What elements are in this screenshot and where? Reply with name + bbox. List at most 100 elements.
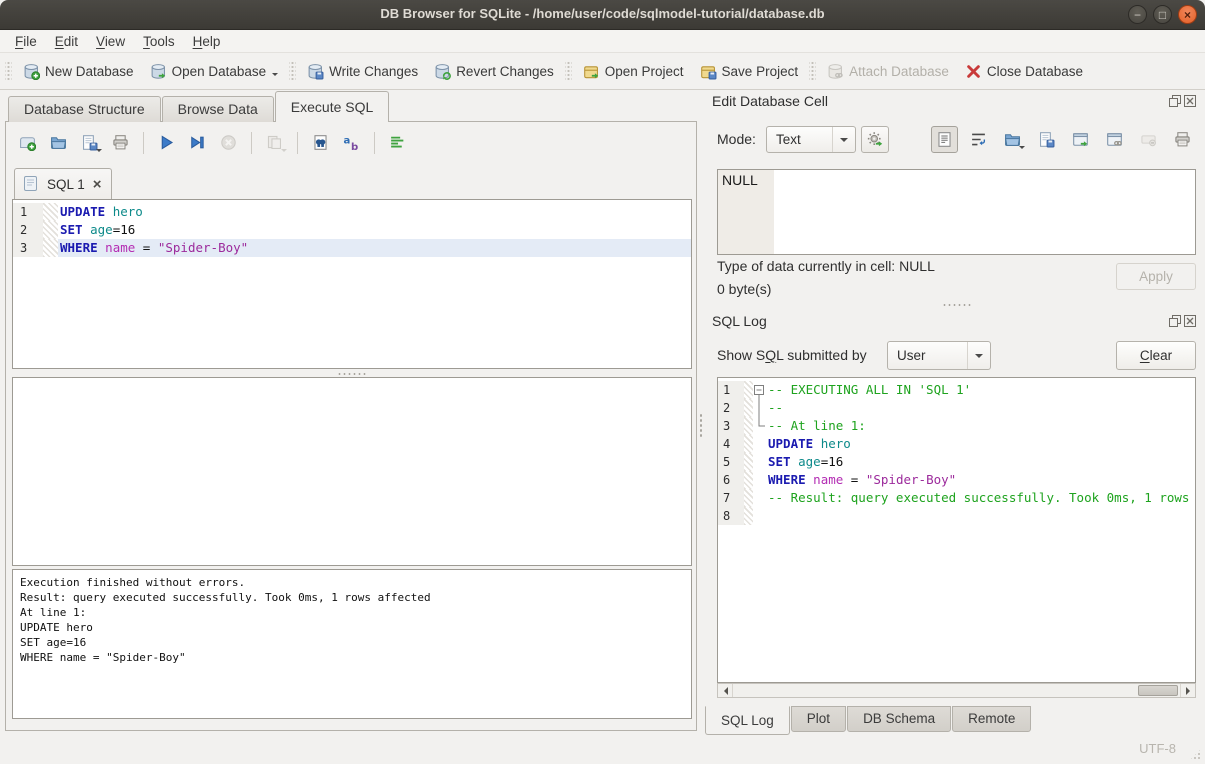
dock-tab-plot[interactable]: Plot xyxy=(791,706,846,732)
text-mode-button[interactable] xyxy=(931,126,958,153)
sql-log-view[interactable]: 1-- EXECUTING ALL IN 'SQL 1'2--3-- At li… xyxy=(717,377,1196,683)
clear-log-button[interactable]: Clear xyxy=(1116,341,1196,370)
menu-help[interactable]: Help xyxy=(184,32,230,51)
fold-margin xyxy=(744,453,753,471)
new-database-label: New Database xyxy=(45,64,134,79)
title-bar[interactable]: DB Browser for SQLite - /home/user/code/… xyxy=(0,0,1205,30)
log-filter-select[interactable]: User xyxy=(887,341,991,370)
open-sql-file-button[interactable] xyxy=(45,129,72,156)
code-line-3: 3WHERE name = "Spider-Boy" xyxy=(13,239,691,257)
edit-cell-title: Edit Database Cell xyxy=(712,93,828,109)
fold-marker xyxy=(753,435,766,453)
print-sql-button[interactable] xyxy=(107,129,134,156)
code-line-3: 3-- At line 1: xyxy=(718,417,1195,435)
open-sql-icon xyxy=(50,134,67,151)
auto-apply-button[interactable] xyxy=(861,126,889,153)
dock-float-icon[interactable] xyxy=(1169,95,1181,107)
dock-float-icon[interactable] xyxy=(1169,315,1181,327)
resize-grip[interactable] xyxy=(1189,748,1202,761)
write-changes-label: Write Changes xyxy=(329,64,418,79)
apply-button[interactable]: Apply xyxy=(1116,263,1196,290)
edit-cell-toolbar xyxy=(928,124,1196,154)
revert-changes-button[interactable]: Revert Changes xyxy=(426,59,562,84)
save-project-button[interactable]: Save Project xyxy=(692,59,807,84)
messages-pane[interactable]: Execution finished without errors.Result… xyxy=(12,569,692,719)
close-button[interactable]: × xyxy=(1178,5,1197,24)
format-sql-button[interactable] xyxy=(384,129,411,156)
app-window: DB Browser for SQLite - /home/user/code/… xyxy=(0,0,1205,764)
sql-editor[interactable]: 1UPDATE hero2SET age=163WHERE name = "Sp… xyxy=(12,199,692,369)
fold-margin xyxy=(744,399,753,417)
toolbar-handle xyxy=(5,60,12,82)
code-text xyxy=(766,507,1195,525)
toggle-autocompletion-button[interactable]: ab xyxy=(338,129,365,156)
export-data-button[interactable] xyxy=(1033,126,1060,153)
code-line-4: 4UPDATE hero xyxy=(718,435,1195,453)
line-number: 7 xyxy=(718,489,744,507)
scroll-left-icon[interactable] xyxy=(718,684,733,697)
window-title: DB Browser for SQLite - /home/user/code/… xyxy=(0,6,1205,21)
revert-changes-label: Revert Changes xyxy=(456,64,554,79)
new-database-button[interactable]: New Database xyxy=(15,59,142,84)
minimize-button[interactable]: − xyxy=(1128,5,1147,24)
tab-execute-sql[interactable]: Execute SQL xyxy=(275,91,390,122)
tab-database-structure[interactable]: Database Structure xyxy=(8,96,161,122)
sql-editor-tab[interactable]: SQL 1 × xyxy=(14,168,112,199)
word-wrap-button[interactable] xyxy=(965,126,992,153)
execute-all-button[interactable] xyxy=(153,129,180,156)
mode-select[interactable]: Text xyxy=(766,126,856,153)
chevron-down-icon xyxy=(832,127,855,152)
stop-execution-button xyxy=(215,129,242,156)
results-pane[interactable] xyxy=(12,377,692,566)
log-horizontal-scrollbar[interactable] xyxy=(717,683,1196,698)
fold-marker[interactable] xyxy=(753,381,766,399)
save-sql-file-button[interactable] xyxy=(76,129,103,156)
scrollbar-thumb[interactable] xyxy=(1138,685,1178,696)
menu-tools[interactable]: Tools xyxy=(134,32,184,51)
menu-edit[interactable]: Edit xyxy=(46,32,87,51)
dock-tab-bar: SQL LogPlotDB SchemaRemote xyxy=(705,706,1032,735)
close-database-button[interactable]: Close Database xyxy=(957,59,1091,84)
message-line: At line 1: xyxy=(20,605,691,620)
dock-tab-sql-log[interactable]: SQL Log xyxy=(705,706,790,735)
line-number: 5 xyxy=(718,453,744,471)
copy-data-link-button[interactable] xyxy=(1101,126,1128,153)
chevron-down-icon xyxy=(1019,146,1025,152)
close-tab-icon[interactable]: × xyxy=(93,177,102,192)
dock-close-icon[interactable] xyxy=(1184,95,1196,107)
open-project-button[interactable]: Open Project xyxy=(575,59,692,84)
dock-close-icon[interactable] xyxy=(1184,315,1196,327)
code-line-1: 1-- EXECUTING ALL IN 'SQL 1' xyxy=(718,381,1195,399)
find-replace-button[interactable] xyxy=(307,129,334,156)
code-line-8: 8 xyxy=(718,507,1195,525)
dock-tab-remote[interactable]: Remote xyxy=(952,706,1031,732)
menu-view[interactable]: View xyxy=(87,32,134,51)
open-external-icon xyxy=(1072,131,1089,148)
fold-margin xyxy=(744,507,753,525)
fold-margin xyxy=(43,221,58,239)
splitter-vertical[interactable] xyxy=(697,121,705,731)
open-database-button[interactable]: Open Database xyxy=(142,59,287,84)
toolbar-separator xyxy=(565,60,572,82)
sql-editor-toolbar: ab xyxy=(14,129,411,156)
print-cell-button[interactable] xyxy=(1169,126,1196,153)
import-data-button[interactable] xyxy=(999,126,1026,153)
mode-label: Mode: xyxy=(717,131,756,147)
code-line-1: 1UPDATE hero xyxy=(13,203,691,221)
tab-browse-data[interactable]: Browse Data xyxy=(162,96,274,122)
new-sql-tab-button[interactable] xyxy=(14,129,41,156)
execute-current-line-button[interactable] xyxy=(184,129,211,156)
open-project-label: Open Project xyxy=(605,64,684,79)
cell-value-editor[interactable]: NULL xyxy=(717,169,1196,255)
gear-apply-icon xyxy=(867,131,884,148)
fold-marker xyxy=(753,417,766,435)
dock-tab-db-schema[interactable]: DB Schema xyxy=(847,706,951,732)
maximize-button[interactable]: □ xyxy=(1153,5,1172,24)
splitter-cell-log[interactable] xyxy=(717,302,1196,308)
write-changes-button[interactable]: Write Changes xyxy=(299,59,426,84)
code-text: -- Result: query executed successfully. … xyxy=(766,489,1196,507)
svg-text:a: a xyxy=(344,136,351,147)
menu-file[interactable]: File xyxy=(6,32,46,51)
open-in-external-app-button[interactable] xyxy=(1067,126,1094,153)
scroll-right-icon[interactable] xyxy=(1180,684,1195,697)
